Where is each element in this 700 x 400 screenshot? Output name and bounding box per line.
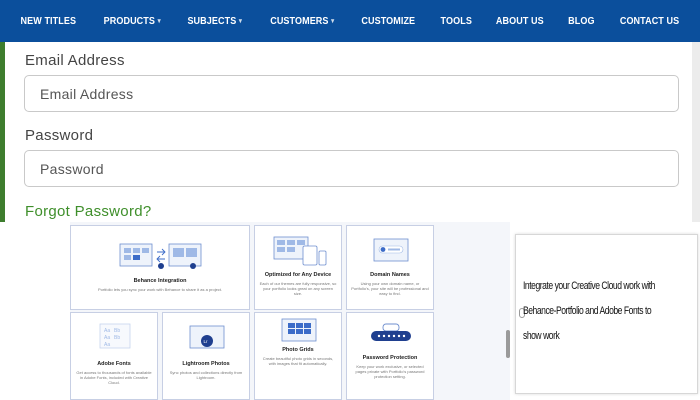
page-scrollbar[interactable]: [692, 42, 700, 222]
nav-label: TOOLS: [440, 15, 472, 27]
feature-description: Create beautiful photo grids in seconds,…: [262, 356, 334, 366]
feature-title: Adobe Fonts: [97, 361, 131, 367]
behance-sync-icon: [119, 243, 202, 269]
nav-new-titles[interactable]: NEW TITLES: [13, 15, 84, 27]
nav-label: SUBJECTS: [187, 15, 237, 27]
nav-label: ABOUT US: [496, 15, 544, 27]
nav-products[interactable]: PRODUCTS ▾: [96, 15, 169, 27]
password-icon: [371, 323, 411, 341]
svg-text:Aa: Aa: [104, 342, 110, 348]
feature-description: Get access to thousands of fonts availab…: [76, 370, 152, 385]
feature-card-photo-grids: Photo Grids Create beautiful photo grids…: [254, 312, 342, 400]
chevron-down-icon: ▾: [330, 18, 334, 25]
svg-text:Bb: Bb: [114, 328, 120, 334]
feature-grid: Behance Integration Portfolio lets you s…: [70, 222, 510, 400]
feature-title: Optimized for Any Device: [264, 272, 332, 278]
feature-title: Behance Integration: [133, 278, 187, 284]
feature-description: Sync photos and collections directly fro…: [169, 370, 243, 380]
svg-text:Lr: Lr: [204, 339, 209, 344]
nav-tools[interactable]: TOOLS: [433, 15, 480, 27]
feature-title: Photo Grids: [282, 347, 314, 353]
nav-label: CUSTOMIZE: [361, 15, 416, 27]
grid-scrollbar-thumb[interactable]: [506, 330, 510, 358]
chevron-down-icon: ▾: [239, 18, 243, 25]
feature-card-domain: Domain Names Using your own domain name,…: [346, 225, 434, 310]
photo-grid-icon: [281, 318, 317, 342]
feature-title: Domain Names: [370, 272, 410, 278]
forgot-password-link[interactable]: Forgot Password?: [25, 203, 152, 220]
feature-description: Each of our themes are fully responsive,…: [259, 281, 337, 296]
chevron-down-icon: ▾: [157, 18, 161, 25]
feature-description: Portfolio lets you sync your work with B…: [97, 287, 223, 292]
svg-text:Bb: Bb: [114, 335, 120, 341]
email-label: Email Address: [25, 52, 125, 69]
svg-text:Aa: Aa: [104, 335, 110, 341]
feature-card-devices: Optimized for Any Device Each of our the…: [254, 225, 342, 310]
svg-text:Aa: Aa: [104, 328, 110, 334]
feature-card-lightroom: Lr Lightroom Photos Sync photos and coll…: [162, 312, 250, 400]
feature-card-behance: Behance Integration Portfolio lets you s…: [70, 225, 250, 310]
email-field[interactable]: [24, 75, 679, 112]
password-field[interactable]: [24, 150, 679, 187]
feature-description: Using your own domain name, or Portfolio…: [351, 281, 429, 296]
domain-icon: [373, 238, 409, 262]
fonts-icon: Aa Bb Aa Bb Aa: [99, 323, 131, 349]
nav-customize[interactable]: CUSTOMIZE: [354, 15, 423, 27]
nav-label: PRODUCTS: [103, 15, 155, 27]
nav-subjects[interactable]: SUBJECTS ▾: [180, 15, 250, 27]
feature-card-fonts: Aa Bb Aa Bb Aa Adobe Fonts Get access to…: [70, 312, 158, 400]
lightroom-icon: Lr: [189, 325, 225, 349]
nav-blog[interactable]: BLOG: [560, 15, 602, 27]
feature-description: Keep your work exclusive, or selected pa…: [355, 364, 425, 379]
nav-contact-us[interactable]: CONTACT US: [612, 15, 687, 27]
feature-title: Lightroom Photos: [182, 361, 230, 367]
devices-icon: [273, 236, 327, 266]
nav-label: NEW TITLES: [20, 15, 77, 27]
nav-label: CONTACT US: [619, 15, 679, 27]
nav-label: CUSTOMERS: [269, 15, 329, 27]
top-navigation: NEW TITLES PRODUCTS ▾ SUBJECTS ▾ CUSTOMERS…: [0, 0, 700, 42]
side-panel-text: Integrate your Creative Cloud work with …: [523, 280, 655, 342]
left-accent-strip: [0, 42, 5, 222]
nav-about-us[interactable]: ABOUT US: [488, 15, 551, 27]
feature-title: Password Protection: [362, 355, 418, 361]
nav-label: BLOG: [567, 15, 595, 27]
password-label: Password: [25, 127, 94, 144]
feature-card-password: Password Protection Keep your work exclu…: [346, 312, 434, 400]
nav-customers[interactable]: CUSTOMERS ▾: [262, 15, 341, 27]
